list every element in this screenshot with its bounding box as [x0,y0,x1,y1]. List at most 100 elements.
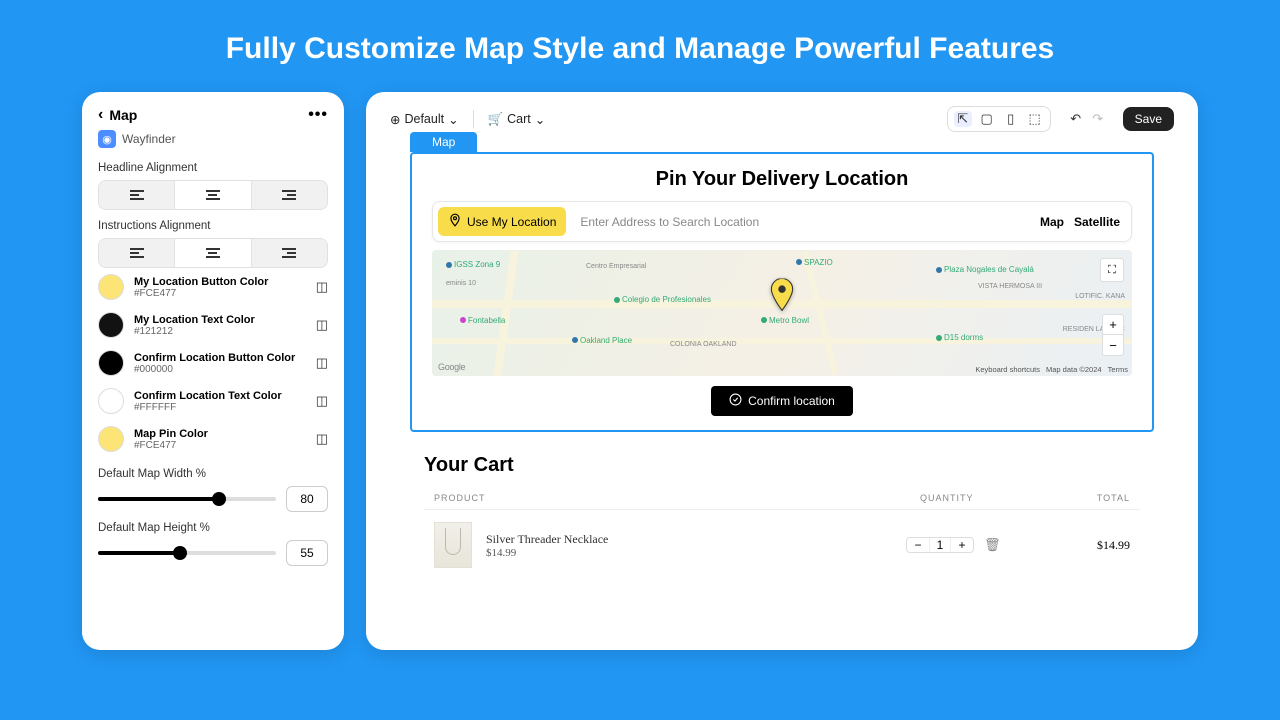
poi-label: Oakland Place [580,336,632,345]
instructions-alignment-label: Instructions Alignment [98,220,328,232]
sidebar-title: Map [109,107,302,123]
col-product: PRODUCT [434,493,920,503]
dynamic-source-icon[interactable]: ◫ [316,431,328,447]
width-value-input[interactable]: 80 [286,486,328,512]
separator [473,110,474,128]
width-slider-label: Default Map Width % [98,468,328,480]
zoom-in-button[interactable]: + [1103,315,1123,335]
color-name-label: Confirm Location Button Color [134,352,306,364]
color-swatch[interactable] [98,350,124,376]
dynamic-source-icon[interactable]: ◫ [316,393,328,409]
check-circle-icon [729,393,742,409]
poi-label: LOTIFIC. KANA [1075,293,1125,300]
zoom-control: + − [1102,314,1124,356]
template-dropdown[interactable]: ⊕ Default ⌄ [390,112,459,127]
color-name-label: My Location Button Color [134,276,306,288]
align-right-button[interactable] [252,239,327,267]
poi-label: Fontabella [468,316,505,325]
color-name-label: Map Pin Color [134,428,306,440]
block-tab[interactable]: Map [410,132,477,152]
color-setting-row: Confirm Location Button Color#000000 ◫ [98,344,328,382]
line-total: $14.99 [1060,538,1130,553]
color-swatch[interactable] [98,388,124,414]
use-location-label: Use My Location [467,215,556,229]
color-hex-label: #FCE477 [134,288,306,299]
terms-link[interactable]: Terms [1108,365,1128,374]
col-quantity: QUANTITY [920,493,1060,503]
map-pin-icon[interactable] [769,278,795,317]
undo-icon[interactable]: ↶ [1067,111,1085,127]
color-swatch[interactable] [98,274,124,300]
globe-icon: ⊕ [390,112,400,127]
width-slider[interactable] [98,497,276,501]
fullscreen-icon[interactable]: ⛶ [1100,258,1124,282]
map-search-bar: Use My Location Enter Address to Search … [432,201,1132,242]
map-headline: Pin Your Delivery Location [412,154,1152,201]
align-center-button[interactable] [175,239,251,267]
save-button[interactable]: Save [1123,107,1174,131]
map-data-label: Map data ©2024 [1046,365,1102,374]
map-block[interactable]: Map Pin Your Delivery Location Use My Lo… [410,152,1154,432]
app-identifier: ◉ Wayfinder [98,130,328,148]
qty-value: 1 [929,538,951,552]
align-center-button[interactable] [175,181,251,209]
color-swatch[interactable] [98,312,124,338]
dynamic-source-icon[interactable]: ◫ [316,355,328,371]
poi-label: SPAZIO [804,258,833,267]
qty-decrement-button[interactable]: − [907,538,929,552]
address-search-input[interactable]: Enter Address to Search Location [574,215,1032,229]
cart-icon: 🛒 [488,112,504,127]
viewport-switcher: ⇱ ▢ ▯ ⬚ [947,106,1051,132]
align-right-button[interactable] [252,181,327,209]
color-hex-label: #121212 [134,326,306,337]
back-chevron-icon[interactable]: ‹ [98,106,103,124]
dynamic-source-icon[interactable]: ◫ [316,279,328,295]
redo-icon[interactable]: ↷ [1089,111,1107,127]
remove-item-icon[interactable]: 🗑 [984,537,1001,553]
keyboard-shortcuts-link[interactable]: Keyboard shortcuts [975,365,1040,374]
align-left-button[interactable] [99,181,175,209]
color-setting-row: My Location Button Color#FCE477 ◫ [98,268,328,306]
color-swatch[interactable] [98,426,124,452]
confirm-location-button[interactable]: Confirm location [711,386,853,416]
fullwidth-icon[interactable]: ⬚ [1026,111,1044,127]
satellite-view-toggle[interactable]: Satellite [1074,215,1120,229]
map-view-toggle[interactable]: Map [1040,215,1064,229]
inspector-icon[interactable]: ⇱ [954,111,972,127]
height-value-input[interactable]: 55 [286,540,328,566]
location-pin-icon [448,213,462,230]
instructions-alignment-group [98,238,328,268]
page-dropdown[interactable]: 🛒 Cart ⌄ [488,112,546,127]
page-label: Cart [507,112,531,126]
color-name-label: My Location Text Color [134,314,306,326]
slider-thumb[interactable] [173,546,187,560]
col-total: TOTAL [1060,493,1130,503]
map-canvas[interactable]: IGSS Zona 9 eminis 10 Fontabella Oakland… [432,250,1132,376]
poi-label: eminis 10 [446,280,476,287]
settings-sidebar: ‹ Map ••• ◉ Wayfinder Headline Alignment… [82,92,344,650]
qty-increment-button[interactable]: + [951,538,973,552]
use-my-location-button[interactable]: Use My Location [438,207,566,236]
page-headline: Fully Customize Map Style and Manage Pow… [0,0,1280,66]
dynamic-source-icon[interactable]: ◫ [316,317,328,333]
product-thumbnail[interactable] [434,522,472,568]
chevron-down-icon: ⌄ [448,112,458,127]
desktop-icon[interactable]: ▢ [978,111,996,127]
height-slider-label: Default Map Height % [98,522,328,534]
headline-alignment-group [98,180,328,210]
product-name[interactable]: Silver Threader Necklace [486,532,892,547]
preview-toolbar: ⊕ Default ⌄ 🛒 Cart ⌄ ⇱ ▢ ▯ ⬚ ↶ ↷ Save [380,106,1184,134]
color-hex-label: #000000 [134,364,306,375]
more-menu-icon[interactable]: ••• [308,106,328,124]
preview-panel: ⊕ Default ⌄ 🛒 Cart ⌄ ⇱ ▢ ▯ ⬚ ↶ ↷ Save [366,92,1198,650]
cart-title: Your Cart [424,454,1140,477]
poi-label: Plaza Nogales de Cayalá [944,265,1034,274]
slider-thumb[interactable] [212,492,226,506]
cart-section: Your Cart PRODUCT QUANTITY TOTAL Silver … [380,436,1184,580]
color-setting-row: Map Pin Color#FCE477◫ [98,420,328,458]
mobile-icon[interactable]: ▯ [1002,111,1020,127]
align-left-button[interactable] [99,239,175,267]
map-attribution: Keyboard shortcuts Map data ©2024 Terms [975,365,1128,374]
height-slider[interactable] [98,551,276,555]
zoom-out-button[interactable]: − [1103,335,1123,355]
